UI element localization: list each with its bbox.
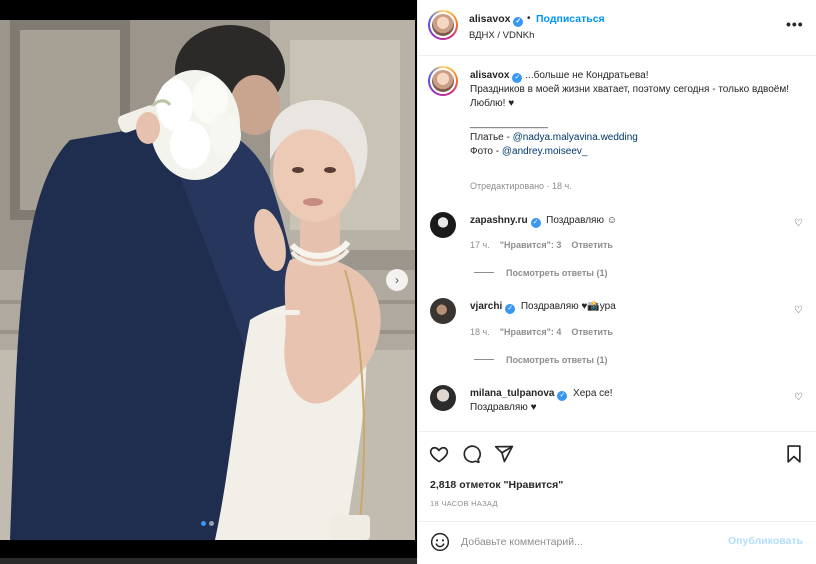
author-avatar[interactable]: [428, 10, 458, 40]
verified-badge-icon: ✓: [513, 17, 524, 27]
comment-reply-button[interactable]: Ответить: [571, 240, 613, 250]
comment-meta: 17 ч. "Нравится": 3 Ответить: [470, 240, 613, 250]
caption-text: alisavox ✓ ...больше не Кондратьева! Праз…: [470, 69, 805, 159]
save-bookmark-icon[interactable]: [784, 444, 804, 464]
verified-badge-icon: ✓: [505, 304, 516, 314]
caption-divider: ______________: [470, 118, 548, 129]
commenter-avatar[interactable]: [430, 298, 456, 324]
emoji-smiley-icon[interactable]: [430, 532, 450, 552]
separator-dot: •: [527, 13, 531, 24]
caption-author-avatar[interactable]: [428, 66, 458, 96]
comment-reply-button[interactable]: Ответить: [571, 327, 613, 337]
post-time-ago: 18 ЧАСОВ НАЗАД: [430, 499, 498, 508]
comment-like-heart-icon[interactable]: ♡: [794, 392, 803, 403]
like-heart-icon[interactable]: [429, 444, 449, 464]
dress-credit-prefix: Платье -: [470, 132, 513, 143]
comment-time: 17 ч.: [470, 240, 490, 250]
caption-line-3: Люблю! ♥: [470, 98, 515, 109]
comment-like-heart-icon[interactable]: ♡: [794, 305, 803, 316]
publish-comment-button[interactable]: Опубликовать: [728, 535, 803, 547]
carousel-dot: [209, 521, 214, 526]
comment-body: Поздравляю ♥📸ура: [520, 301, 616, 312]
comment-body: Хера се!: [573, 388, 613, 399]
comment-meta: 18 ч. "Нравится": 4 Ответить: [470, 327, 613, 337]
dress-credit-link[interactable]: @nadya.malyavina.wedding: [513, 132, 638, 143]
comment-text: vjarchi ✓ Поздравляю ♥📸ура: [470, 300, 790, 314]
author-username[interactable]: alisavox ✓: [469, 13, 524, 27]
commenter-username[interactable]: vjarchi: [470, 301, 502, 312]
commenter-avatar[interactable]: [430, 385, 456, 411]
caption-line-1: ...больше не Кондратьева!: [525, 70, 649, 81]
verified-badge-icon: ✓: [512, 73, 523, 83]
add-comment-bar: Опубликовать: [418, 521, 816, 564]
post-actions: 2,818 отметок "Нравится" 18 ЧАСОВ НАЗАД: [418, 431, 816, 521]
caption-line-2: Праздников в моей жизни хватает, поэтому…: [470, 84, 790, 95]
comment-bubble-icon[interactable]: [461, 444, 481, 464]
verified-badge-icon: ✓: [530, 218, 541, 228]
carousel-next-button[interactable]: ›: [386, 269, 408, 291]
view-replies-button[interactable]: Посмотреть ответы (1): [474, 268, 607, 278]
verified-badge-icon: ✓: [557, 391, 568, 401]
photo-credit-prefix: Фото -: [470, 146, 502, 157]
comment-like-heart-icon[interactable]: ♡: [794, 218, 803, 229]
comment-input[interactable]: [461, 532, 721, 552]
commenter-username[interactable]: milana_tulpanova: [470, 388, 554, 399]
wedding-couple-illustration: [0, 20, 415, 540]
comment-text: milana_tulpanova ✓ Хера се! Поздравляю ♥: [470, 387, 790, 415]
post-location[interactable]: ВДНХ / VDNKh: [469, 30, 534, 41]
carousel-indicator: [201, 521, 214, 526]
comment-text: zapashny.ru ✓ Поздравляю ☺: [470, 214, 790, 228]
share-paper-plane-icon[interactable]: [494, 444, 514, 464]
comment-body-line-2: Поздравляю ♥: [470, 402, 537, 413]
view-replies-button[interactable]: Посмотреть ответы (1): [474, 355, 607, 365]
follow-button[interactable]: Подписаться: [536, 13, 605, 25]
more-options-icon[interactable]: •••: [786, 16, 804, 32]
comment-likes-count[interactable]: "Нравится": 3: [500, 240, 562, 250]
caption-edited-time: Отредактировано · 18 ч.: [470, 181, 572, 191]
commenter-avatar[interactable]: [430, 212, 456, 238]
carousel-dot-active: [201, 521, 206, 526]
post-header: alisavox ✓ • Подписаться ВДНХ / VDNKh •••: [418, 0, 816, 56]
post-photo[interactable]: [0, 20, 415, 540]
comment-body: Поздравляю ☺: [546, 215, 617, 226]
post-media-area: ›: [0, 0, 417, 564]
next-post-strip: [0, 558, 417, 564]
chevron-right-icon: ›: [395, 273, 399, 287]
post-side-panel: alisavox ✓ • Подписаться ВДНХ / VDNKh •••…: [417, 0, 816, 564]
caption-username[interactable]: alisavox: [470, 70, 509, 81]
comment-time: 18 ч.: [470, 327, 490, 337]
commenter-username[interactable]: zapashny.ru: [470, 215, 528, 226]
comment-likes-count[interactable]: "Нравится": 4: [500, 327, 562, 337]
likes-count[interactable]: 2,818 отметок "Нравится": [430, 479, 563, 491]
photo-credit-link[interactable]: @andrey.moiseev_: [502, 146, 588, 157]
